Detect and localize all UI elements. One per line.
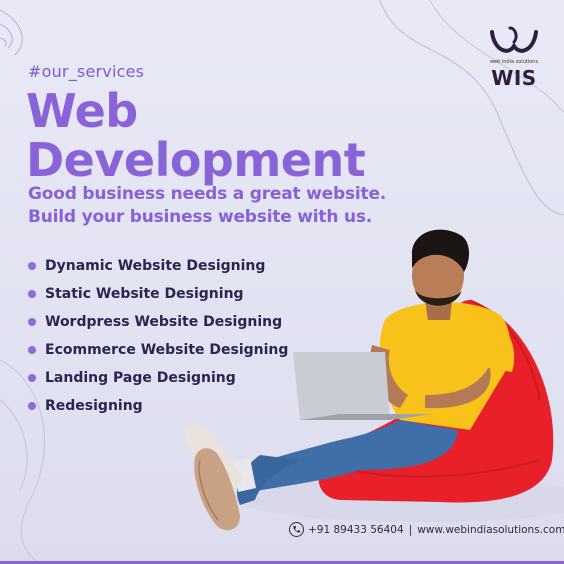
phone-icon <box>289 522 304 537</box>
contact-bar: +91 89433 56404 | www.webindiasolutions.… <box>289 522 564 537</box>
contact-phone[interactable]: +91 89433 56404 <box>308 524 404 536</box>
contact-separator: | <box>408 523 413 536</box>
contact-website-link[interactable]: www.webindiasolutions.com <box>417 524 564 536</box>
man-with-laptop-illustration <box>185 229 554 531</box>
